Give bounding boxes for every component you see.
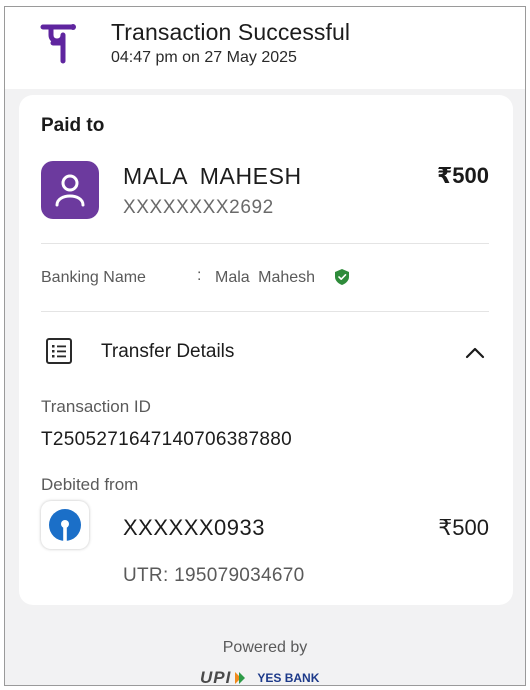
transaction-id-label: Transaction ID [41,397,151,416]
transfer-details-label[interactable]: Transfer Details [101,341,234,363]
yes-bank-text: YES BANK [257,671,320,685]
upi-arrows-icon [235,672,246,684]
debit-amount: ₹500 [438,515,489,540]
user-icon [55,174,85,207]
banking-name-value: Mala Mahesh [215,269,316,286]
divider [41,311,489,312]
phonepe-logo-icon [40,24,76,64]
upi-yes-bank-logo: UPI YES BANK [200,668,320,686]
receipt-screen: Transaction Successful 04:47 pm on 27 Ma… [4,6,526,686]
payee-name: MALA MAHESH [123,163,302,189]
transaction-timestamp: 04:47 pm on 27 May 2025 [111,49,297,66]
banking-name-separator: : [197,267,202,284]
bank-logo [41,501,89,549]
payment-card: Paid to MALA MAHESH XXXXXXXX2692 ₹500 Ba… [19,95,513,605]
chevron-up-icon[interactable] [465,345,485,359]
payment-amount: ₹500 [436,163,489,188]
paid-to-label: Paid to [41,115,105,136]
powered-by-label: Powered by [222,639,308,656]
transaction-id-value: T2505271647140706387880 [41,429,292,450]
banking-name-label: Banking Name [41,269,146,286]
sbi-logo-icon [49,509,81,541]
debit-account: XXXXXX0933 [123,515,265,540]
utr-number: UTR: 195079034670 [123,565,305,586]
debited-from-label: Debited from [41,475,139,494]
header: Transaction Successful 04:47 pm on 27 Ma… [5,7,525,89]
payee-account: XXXXXXXX2692 [123,197,274,218]
verified-shield-icon [335,269,349,285]
divider [41,243,489,244]
upi-logo-text: UPI [200,668,232,686]
document-list-icon [46,338,72,364]
status-title: Transaction Successful [111,19,351,45]
payee-avatar [41,161,99,219]
